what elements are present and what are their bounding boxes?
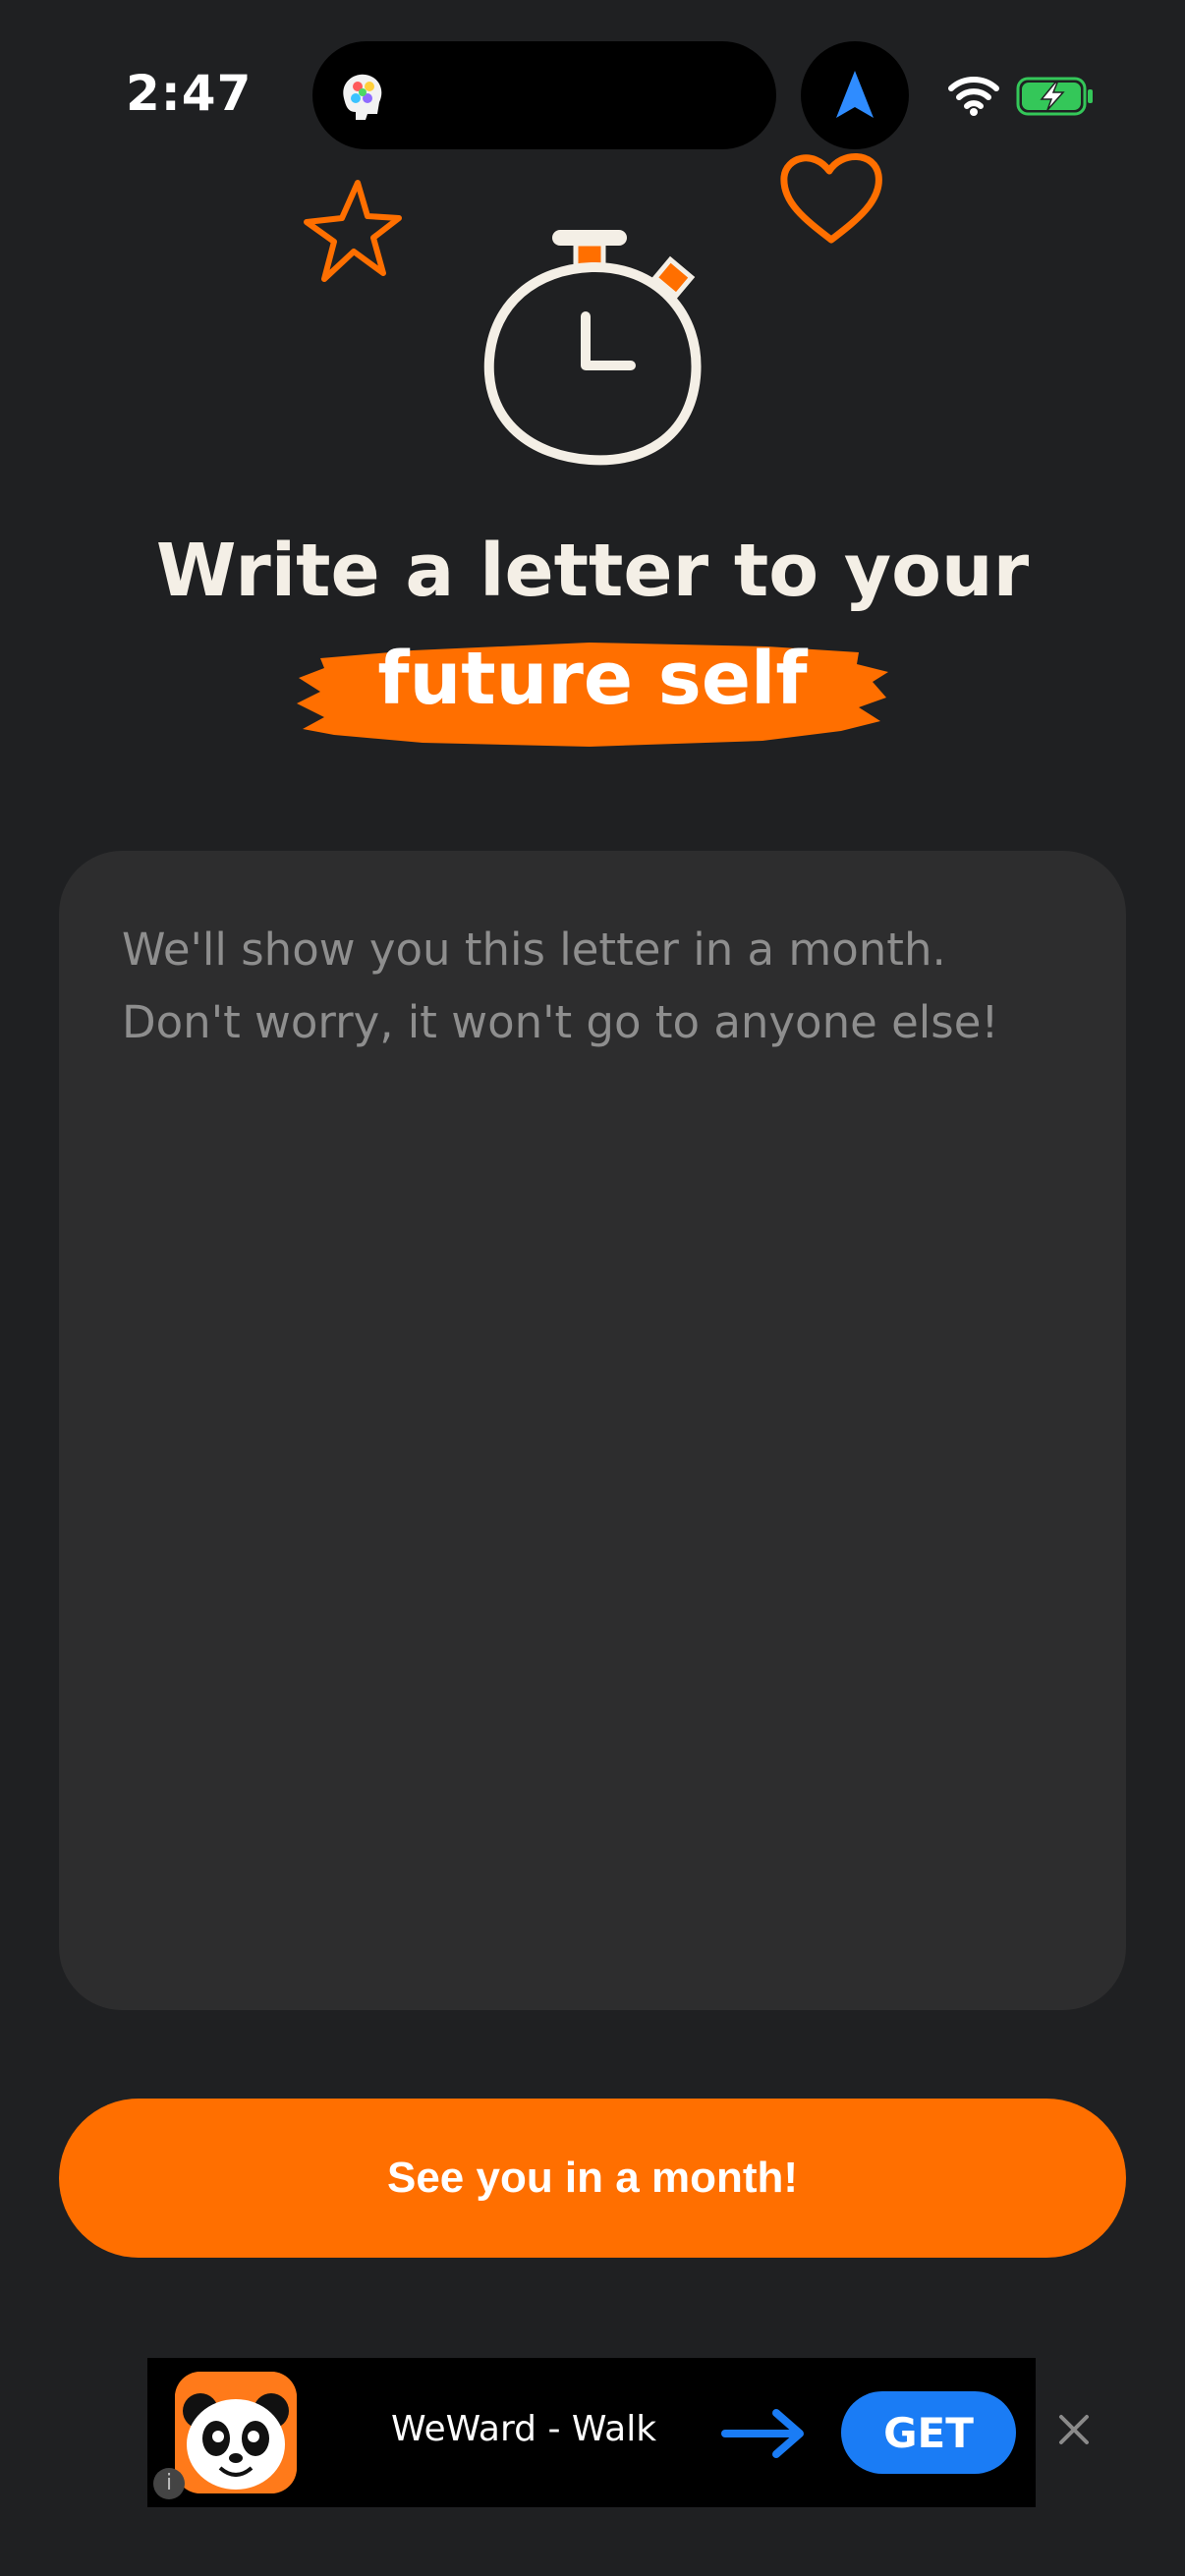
page-title: Write a letter to your xyxy=(155,529,1030,613)
brain-app-icon[interactable] xyxy=(334,69,389,124)
close-icon[interactable] xyxy=(1053,2409,1095,2450)
battery-charging-icon xyxy=(1016,77,1093,116)
arrow-right-icon xyxy=(721,2409,804,2458)
navigation-indicator[interactable] xyxy=(801,41,909,149)
ad-get-button[interactable]: GET xyxy=(841,2391,1016,2474)
letter-textarea[interactable] xyxy=(122,914,1063,1955)
ad-info-icon[interactable]: i xyxy=(153,2468,185,2499)
letter-card xyxy=(59,851,1126,2010)
panda-app-icon[interactable] xyxy=(175,2372,297,2493)
status-time: 2:47 xyxy=(126,65,253,122)
wifi-icon xyxy=(948,77,999,116)
page-title-highlight: future self xyxy=(377,637,808,721)
stopwatch-icon xyxy=(483,230,702,466)
see-you-in-a-month-button[interactable]: See you in a month! xyxy=(59,2099,1126,2258)
heart-icon xyxy=(780,153,882,244)
location-arrow-icon xyxy=(836,71,874,118)
star-icon xyxy=(304,180,402,282)
ad-banner[interactable]: i WeWard - Walk GET xyxy=(147,2358,1036,2507)
